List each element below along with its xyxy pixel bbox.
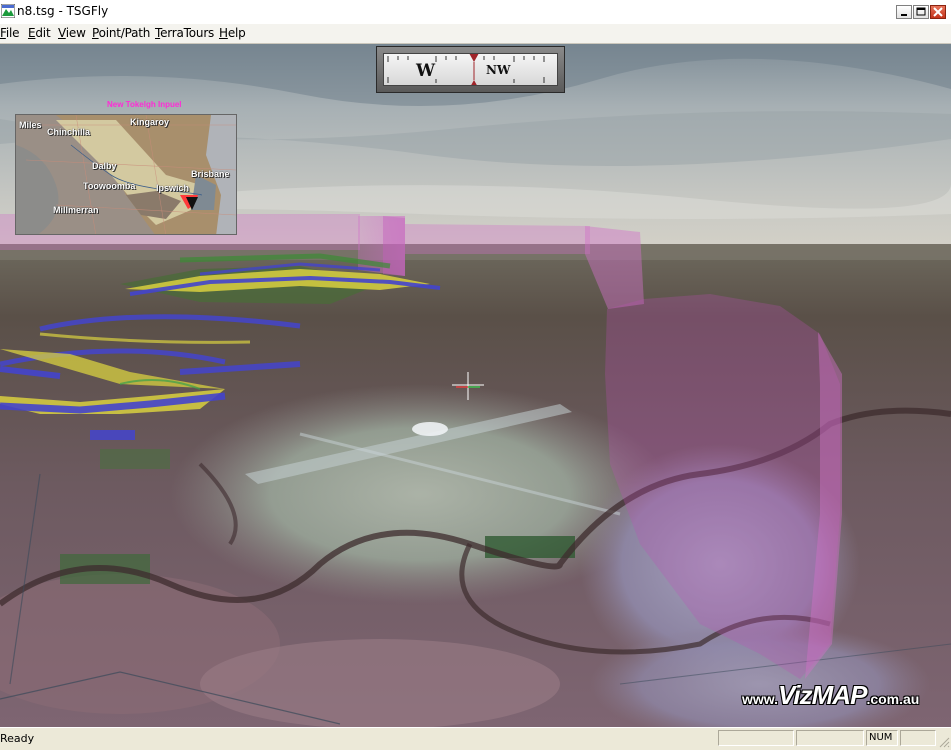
crosshair-icon xyxy=(452,372,484,400)
resize-grip-icon[interactable] xyxy=(938,736,950,748)
menu-file[interactable]: File xyxy=(0,26,20,40)
terrain-3d-view[interactable]: W NW New Tokelgh Inpuel Miles Chinchilla… xyxy=(0,44,951,727)
close-button[interactable] xyxy=(930,5,946,19)
minimize-icon xyxy=(901,14,907,16)
menu-terratours[interactable]: TerraTours xyxy=(155,26,214,40)
place-label: Miles xyxy=(19,120,42,130)
place-label: Dalby xyxy=(92,161,117,171)
inset-overview-map[interactable]: Miles Chinchilla Kingaroy Dalby Toowoomb… xyxy=(15,114,237,235)
num-lock-indicator: NUM xyxy=(866,730,898,746)
place-label: Millmerran xyxy=(53,205,99,215)
status-pane xyxy=(718,730,794,746)
place-label: Brisbane xyxy=(191,169,230,179)
menu-point-path[interactable]: Point/Path xyxy=(92,26,150,40)
watermark-suffix: .com.au xyxy=(866,691,920,707)
place-label: Toowoomba xyxy=(83,181,136,191)
status-pane xyxy=(796,730,864,746)
compass-heading-nw: NW xyxy=(486,63,511,77)
watermark-brand: VizMAP xyxy=(778,680,867,710)
menu-bar: File Edit View Point/Path TerraTours Hel… xyxy=(0,24,951,44)
menu-help[interactable]: Help xyxy=(219,26,246,40)
maximize-icon xyxy=(916,7,926,16)
title-bar[interactable]: n8.tsg - TSGFly xyxy=(0,0,951,25)
status-text: Ready xyxy=(0,732,35,745)
watermark-prefix: www. xyxy=(742,691,779,707)
status-pane xyxy=(900,730,936,746)
place-label: Ipswich xyxy=(156,183,190,193)
app-icon[interactable] xyxy=(1,4,15,18)
menu-view[interactable]: View xyxy=(58,26,86,40)
compass-heading-w: W xyxy=(416,61,436,81)
vizmap-watermark: www.VizMAP.com.au xyxy=(742,680,919,711)
status-bar: Ready NUM xyxy=(0,727,951,750)
place-label: Kingaroy xyxy=(130,117,170,127)
place-label: Chinchilla xyxy=(47,127,91,137)
close-icon xyxy=(933,7,943,17)
compass-needle-icon xyxy=(469,54,479,85)
compass-face: W NW xyxy=(383,53,558,86)
maximize-button[interactable] xyxy=(913,5,929,19)
compass: W NW xyxy=(376,46,565,93)
menu-edit[interactable]: Edit xyxy=(28,26,51,40)
minimize-button[interactable] xyxy=(896,5,912,19)
inset-map-title: New Tokelgh Inpuel xyxy=(107,100,182,109)
window-title: n8.tsg - TSGFly xyxy=(17,4,109,18)
